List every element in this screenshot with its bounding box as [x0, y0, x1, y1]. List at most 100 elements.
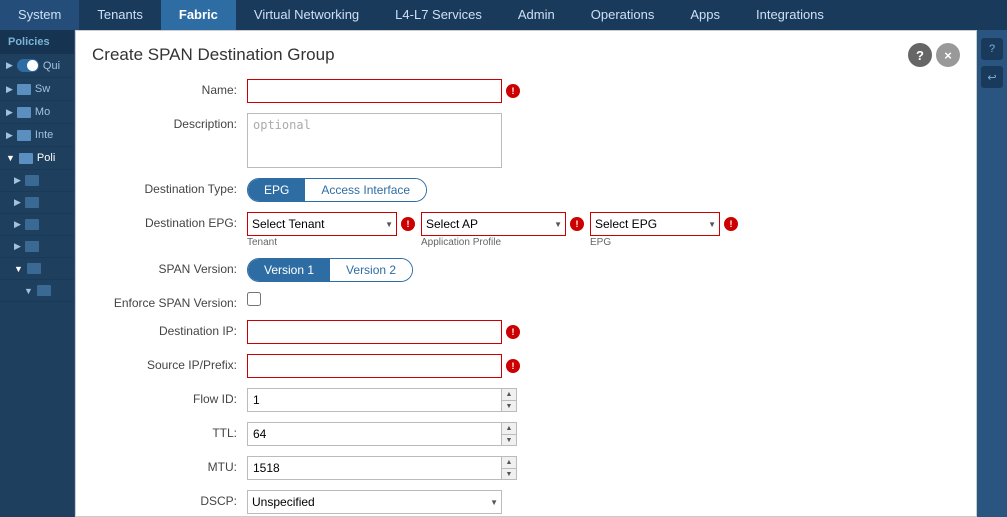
close-button[interactable]: × [936, 43, 960, 67]
destination-epg-control-wrap: Select Tenant ▼ ! Tenant [247, 212, 960, 248]
folder-icon [17, 130, 31, 141]
help-button[interactable]: ? [908, 43, 932, 67]
dscp-select-wrap: Unspecified ▼ [247, 490, 502, 514]
sidebar-label: Qui [43, 60, 60, 72]
name-error-dot: ! [506, 84, 520, 98]
mtu-label: MTU: [92, 456, 247, 474]
flow-id-input[interactable] [247, 388, 502, 412]
nav-virtual-networking[interactable]: Virtual Networking [236, 0, 377, 30]
flow-id-decrement[interactable]: ▼ [501, 400, 517, 412]
tenant-error-dot: ! [401, 217, 415, 231]
sidebar-header: Policies [0, 30, 74, 54]
description-input[interactable]: optional [247, 113, 502, 168]
ttl-row: TTL: ▲ ▼ [92, 422, 960, 446]
sidebar: Policies ▶ Qui ▶ Sw ▶ Mo ▶ Inte ▼ Poli ▶ [0, 30, 75, 517]
sidebar-item-sub5[interactable]: ▼ [0, 258, 74, 280]
source-ip-control-wrap: ! [247, 354, 960, 378]
enforce-span-row: Enforce SPAN Version: [92, 292, 960, 310]
sidebar-arrow: ▶ [14, 197, 21, 208]
ttl-spinner: ▲ ▼ [501, 422, 517, 446]
source-ip-input[interactable] [247, 354, 502, 378]
span-version-label: SPAN Version: [92, 258, 247, 276]
flow-id-increment[interactable]: ▲ [501, 388, 517, 400]
mtu-decrement[interactable]: ▼ [501, 468, 517, 480]
right-panel: ? ↩ [977, 30, 1007, 517]
ttl-decrement[interactable]: ▼ [501, 434, 517, 446]
version2-btn[interactable]: Version 2 [330, 259, 412, 281]
destination-ip-input[interactable] [247, 320, 502, 344]
sidebar-item-mo[interactable]: ▶ Mo [0, 101, 74, 124]
ttl-label: TTL: [92, 422, 247, 440]
epg-select[interactable]: Select EPG [590, 212, 720, 236]
mtu-row: MTU: ▲ ▼ [92, 456, 960, 480]
access-interface-toggle-btn[interactable]: Access Interface [305, 179, 426, 201]
sidebar-item-sub2[interactable]: ▶ [0, 192, 74, 214]
epg-select-wrap: Select EPG ▼ [590, 212, 720, 236]
folder-icon [19, 153, 33, 164]
dscp-row: DSCP: Unspecified ▼ [92, 490, 960, 514]
folder-icon [17, 107, 31, 118]
folder-icon [17, 84, 31, 95]
form-body: Name: ! Description: optional Destinatio… [76, 75, 976, 517]
source-ip-label: Source IP/Prefix: [92, 354, 247, 372]
right-panel-back-btn[interactable]: ↩ [981, 66, 1003, 88]
nav-l4l7[interactable]: L4-L7 Services [377, 0, 500, 30]
enforce-span-checkbox[interactable] [247, 292, 261, 306]
nav-operations[interactable]: Operations [573, 0, 673, 30]
nav-system[interactable]: System [0, 0, 79, 30]
modal-actions: ? × [908, 43, 960, 67]
version1-btn[interactable]: Version 1 [248, 259, 330, 281]
folder-icon [27, 263, 41, 274]
ttl-increment[interactable]: ▲ [501, 422, 517, 434]
destination-ip-label: Destination IP: [92, 320, 247, 338]
modal-title: Create SPAN Destination Group [92, 45, 335, 65]
destination-type-label: Destination Type: [92, 178, 247, 196]
modal-header: Create SPAN Destination Group ? × [76, 31, 976, 75]
nav-apps[interactable]: Apps [672, 0, 738, 30]
sidebar-label: Mo [35, 106, 50, 118]
nav-fabric[interactable]: Fabric [161, 0, 236, 30]
tenant-sub-label: Tenant [247, 237, 415, 248]
folder-icon [25, 219, 39, 230]
mtu-increment[interactable]: ▲ [501, 456, 517, 468]
enforce-span-label: Enforce SPAN Version: [92, 292, 247, 310]
span-version-row: SPAN Version: Version 1 Version 2 [92, 258, 960, 282]
nav-tenants[interactable]: Tenants [79, 0, 161, 30]
tenant-select[interactable]: Select Tenant [247, 212, 397, 236]
sidebar-arrow: ▼ [6, 153, 15, 163]
span-version-control-wrap: Version 1 Version 2 [247, 258, 960, 282]
sidebar-item-qui[interactable]: ▶ Qui [0, 54, 74, 78]
flow-id-row: Flow ID: ▲ ▼ [92, 388, 960, 412]
modal-overlay: Create SPAN Destination Group ? × Name: … [75, 30, 977, 517]
tenant-select-wrap: Select Tenant ▼ [247, 212, 397, 236]
mtu-wrap: ▲ ▼ [247, 456, 517, 480]
sidebar-item-sub4[interactable]: ▶ [0, 236, 74, 258]
right-panel-help-btn[interactable]: ? [981, 38, 1003, 60]
epg-col: Select EPG ▼ ! EPG [590, 212, 738, 248]
epg-toggle-btn[interactable]: EPG [248, 179, 305, 201]
dscp-select[interactable]: Unspecified [247, 490, 502, 514]
ap-select[interactable]: Select AP [421, 212, 566, 236]
nav-integrations[interactable]: Integrations [738, 0, 842, 30]
sidebar-label: Sw [35, 83, 50, 95]
flow-id-label: Flow ID: [92, 388, 247, 406]
ttl-input[interactable] [247, 422, 502, 446]
name-input[interactable] [247, 79, 502, 103]
nav-admin[interactable]: Admin [500, 0, 573, 30]
destination-ip-control-wrap: ! [247, 320, 960, 344]
sidebar-item-sub3[interactable]: ▶ [0, 214, 74, 236]
dscp-label: DSCP: [92, 490, 247, 508]
mtu-input[interactable] [247, 456, 502, 480]
destination-type-control-wrap: EPG Access Interface [247, 178, 960, 202]
folder-icon [25, 197, 39, 208]
folder-icon [25, 175, 39, 186]
sidebar-item-sub1[interactable]: ▶ [0, 170, 74, 192]
sidebar-arrow: ▶ [14, 175, 21, 186]
name-row: Name: ! [92, 79, 960, 103]
sidebar-item-sw[interactable]: ▶ Sw [0, 78, 74, 101]
sidebar-item-poli[interactable]: ▼ Poli [0, 147, 74, 170]
sidebar-item-inte[interactable]: ▶ Inte [0, 124, 74, 147]
folder-icon [25, 241, 39, 252]
sidebar-label: Inte [35, 129, 53, 141]
sidebar-item-sub6[interactable]: ▼ [0, 280, 74, 302]
